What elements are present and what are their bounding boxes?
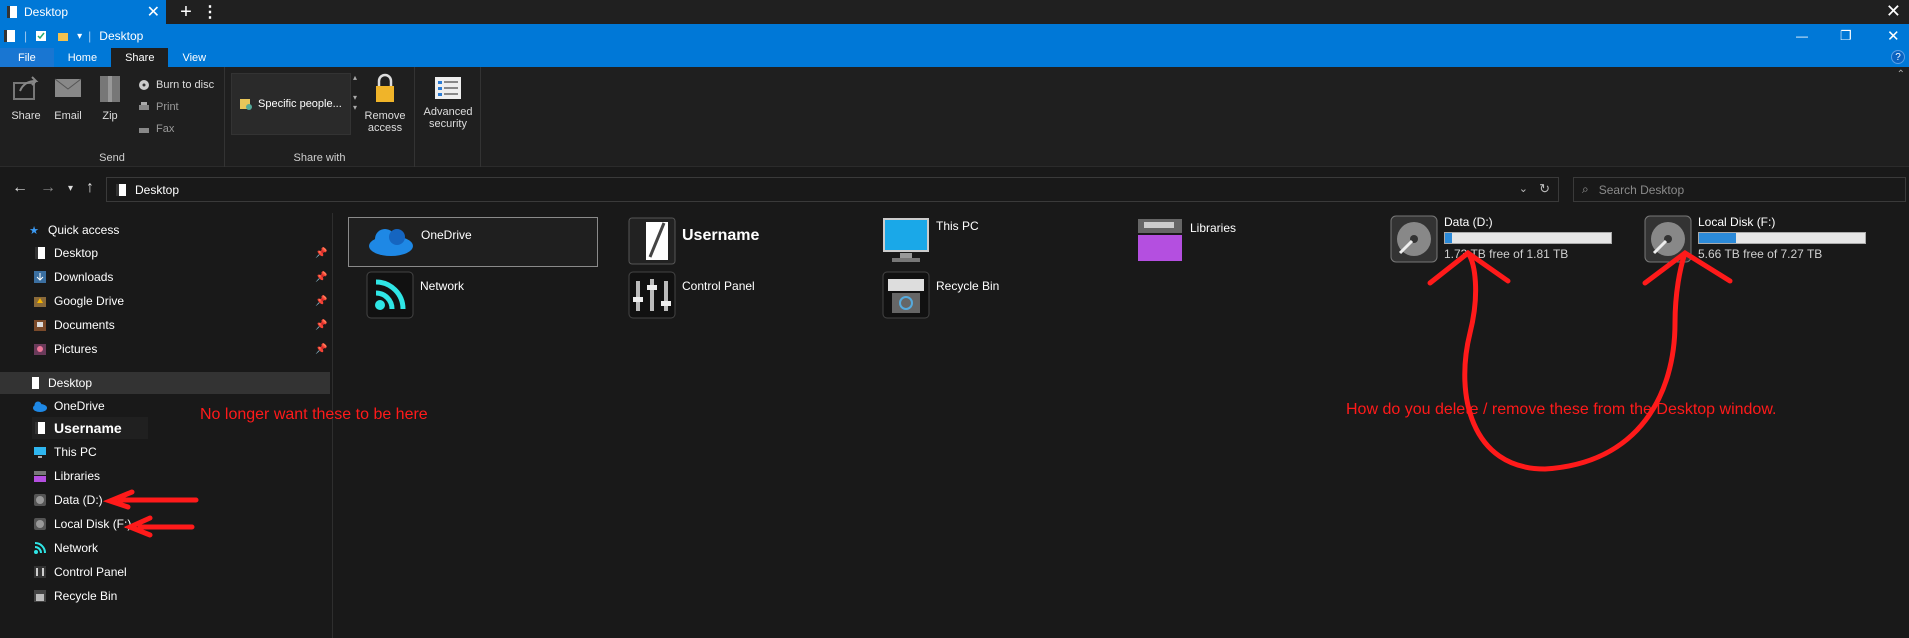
tab-view[interactable]: View bbox=[168, 48, 220, 67]
recent-locations-chevron-icon[interactable]: ▾ bbox=[68, 183, 73, 194]
ribbon-tabs: File Home Share View ? bbox=[0, 48, 1909, 67]
search-icon: ⌕ bbox=[1582, 182, 1589, 196]
people-icon bbox=[238, 96, 254, 112]
disc-icon bbox=[136, 77, 152, 93]
tab-share[interactable]: Share bbox=[111, 48, 169, 67]
lock-icon bbox=[376, 73, 394, 102]
advanced-security-button[interactable]: Advanced security bbox=[419, 75, 477, 130]
address-path: Desktop bbox=[135, 182, 180, 197]
remove-access-button[interactable]: Remove access bbox=[361, 73, 409, 134]
annotation-left-text: No longer want these to be here bbox=[200, 406, 428, 423]
restore-button[interactable]: ❐ bbox=[1840, 24, 1852, 48]
zip-button[interactable]: Zip bbox=[92, 75, 128, 122]
new-tab-button[interactable]: + bbox=[172, 1, 200, 24]
customize-qa-chevron-icon[interactable]: ▾ bbox=[77, 31, 82, 42]
printer-icon bbox=[136, 99, 152, 115]
refresh-icon[interactable]: ↻ bbox=[1539, 181, 1550, 197]
zip-icon bbox=[100, 76, 120, 102]
desktop-folder-icon bbox=[113, 182, 129, 198]
search-input[interactable]: ⌕ Search Desktop bbox=[1573, 177, 1906, 202]
address-row: ← → ▾ ↑ Desktop ⌄ ↻ ⌕ Search Desktop bbox=[0, 167, 1909, 213]
fax-button[interactable]: Fax bbox=[136, 121, 174, 137]
annotation-arrows bbox=[102, 249, 1733, 538]
help-button[interactable]: ? bbox=[1891, 50, 1905, 64]
burn-to-disc-button[interactable]: Burn to disc bbox=[136, 77, 214, 93]
share-list-scroll[interactable]: ▴ ▾ ▾ bbox=[353, 73, 357, 113]
minimize-button[interactable]: — bbox=[1796, 24, 1808, 48]
new-folder-icon[interactable] bbox=[55, 28, 71, 44]
properties-icon[interactable] bbox=[33, 28, 49, 44]
title-bar: | ▾ | Desktop — ❐ ✕ bbox=[0, 24, 1909, 48]
more-options-button[interactable]: ⋮ bbox=[200, 2, 220, 22]
arrow-to-drive-f bbox=[1542, 249, 1733, 472]
share-with-group-label: Share with bbox=[293, 152, 346, 164]
window-close-outer-button[interactable]: ✕ bbox=[1886, 1, 1901, 22]
print-button[interactable]: Print bbox=[136, 99, 179, 115]
tab-desktop[interactable]: Desktop ✕ bbox=[0, 0, 166, 24]
tab-home[interactable]: Home bbox=[54, 48, 111, 67]
tab-close-button[interactable]: ✕ bbox=[147, 2, 160, 22]
ribbon-collapse-chevron-icon[interactable]: ⌃ bbox=[1897, 69, 1905, 80]
security-list-icon bbox=[435, 77, 461, 99]
search-placeholder: Search Desktop bbox=[1598, 182, 1685, 197]
ribbon-share: Share Email Zip Burn to disc Print Fax S… bbox=[0, 67, 1909, 167]
arrow-to-drive-d bbox=[1427, 249, 1548, 472]
up-arrow-icon[interactable]: ↑ bbox=[86, 179, 94, 197]
email-button[interactable]: Email bbox=[50, 75, 86, 122]
app-icon bbox=[2, 28, 18, 44]
fax-icon bbox=[136, 121, 152, 137]
arrow-to-local-disk-f bbox=[123, 515, 195, 538]
send-group-label: Send bbox=[99, 152, 125, 164]
share-button[interactable]: Share bbox=[8, 75, 44, 122]
tab-title: Desktop bbox=[24, 5, 69, 19]
back-arrow-icon[interactable]: ← bbox=[12, 179, 28, 197]
main-area: ★ Quick access Desktop 📌 Downloads 📌 Goo… bbox=[0, 213, 1909, 638]
tab-file[interactable]: File bbox=[0, 48, 54, 67]
close-button[interactable]: ✕ bbox=[1887, 24, 1900, 48]
email-icon bbox=[54, 78, 82, 97]
share-with-list[interactable]: Specific people... bbox=[231, 73, 351, 135]
share-icon bbox=[13, 76, 39, 100]
security-group: Advanced security bbox=[415, 67, 481, 167]
browser-tab-bar: Desktop ✕ + ⋮ ✕ bbox=[0, 0, 1909, 24]
window-title: Desktop bbox=[99, 29, 144, 43]
folder-notebook-icon bbox=[4, 4, 20, 20]
forward-arrow-icon[interactable]: → bbox=[40, 179, 56, 197]
send-group: Share Email Zip Burn to disc Print Fax S… bbox=[0, 67, 225, 167]
arrow-to-data-d bbox=[102, 489, 199, 510]
share-with-group: Specific people... ▴ ▾ ▾ Remove access Sha… bbox=[225, 67, 415, 167]
address-dropdown-chevron-icon[interactable]: ⌄ bbox=[1519, 182, 1528, 195]
address-bar[interactable]: Desktop ⌄ ↻ bbox=[106, 177, 1559, 202]
annotation-right-text: How do you delete / remove these from th… bbox=[1346, 401, 1777, 418]
